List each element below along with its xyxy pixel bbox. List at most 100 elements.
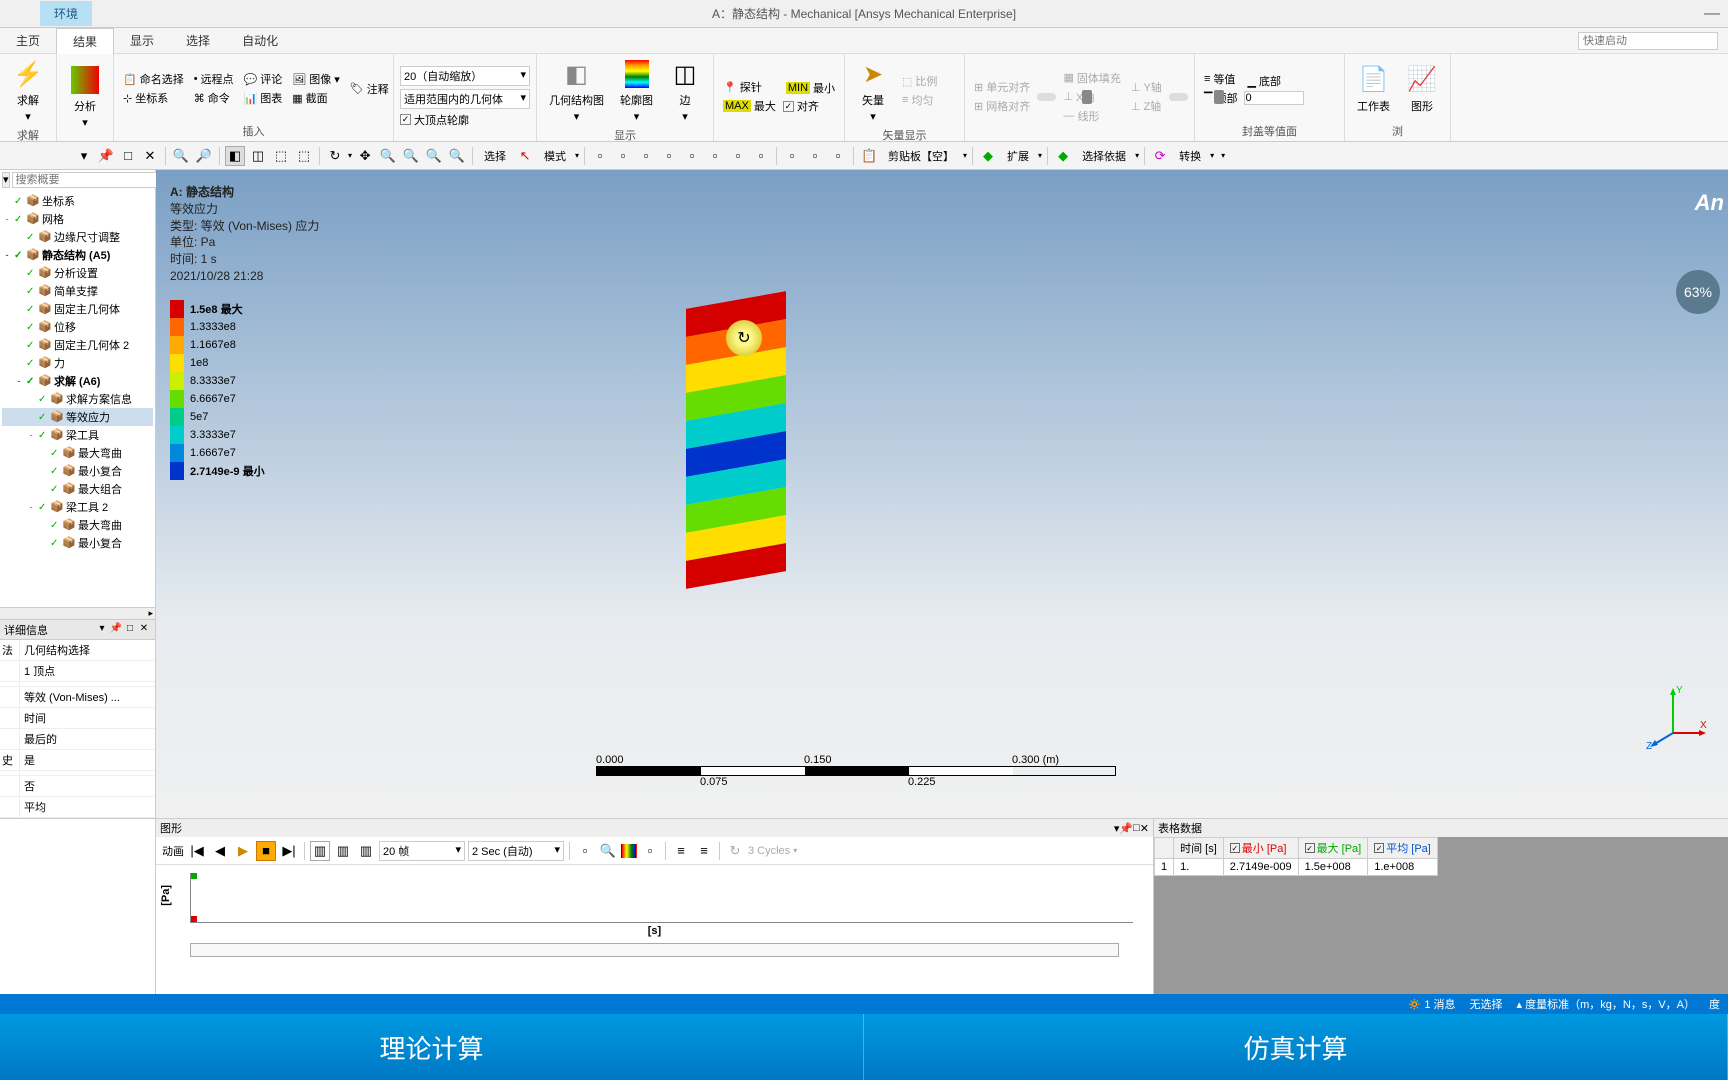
tree-item[interactable]: ✓📦边缘尺寸调整 [2, 228, 153, 246]
details-dropdown-icon[interactable]: ▾ [95, 623, 109, 637]
bottom-button[interactable]: ▁底部 [1244, 72, 1304, 90]
f2-icon[interactable]: ▫ [613, 146, 633, 166]
edge-button[interactable]: ◫边▾ [663, 56, 707, 125]
duration-combo[interactable]: 2 Sec (自动)▾ [468, 841, 564, 861]
zoom4-icon[interactable]: 🔍 [447, 146, 467, 166]
graph-dock-icon[interactable]: □ [1133, 822, 1140, 834]
g7-icon[interactable]: ↻ [725, 841, 745, 861]
clipboard-icon[interactable]: 📋 [859, 146, 879, 166]
probe-button[interactable]: 📍探针 [720, 78, 779, 96]
tree-item[interactable]: -✓📦静态结构 (A5) [2, 246, 153, 264]
details-row[interactable]: 1 顶点 [0, 661, 155, 682]
graph-pin-icon[interactable]: 📌 [1119, 822, 1133, 835]
command-button[interactable]: ⌘命令 [191, 89, 237, 107]
last-frame-icon[interactable]: ▶| [279, 841, 299, 861]
f9-icon[interactable]: ▫ [782, 146, 802, 166]
outline-tree[interactable]: ✓📦坐标系-✓📦网格✓📦边缘尺寸调整-✓📦静态结构 (A5)✓📦分析设置✓📦简单… [0, 190, 155, 607]
graph-body[interactable]: [Pa] [s] [156, 865, 1153, 994]
menu-select[interactable]: 选择 [170, 28, 226, 53]
tree-item[interactable]: -✓📦梁工具 2 [2, 498, 153, 516]
tree-item[interactable]: -✓📦网格 [2, 210, 153, 228]
mode2-icon[interactable]: ▥ [333, 841, 353, 861]
filter-button[interactable]: ▾ [2, 172, 10, 188]
g1-icon[interactable]: ▫ [575, 841, 595, 861]
f11-icon[interactable]: ▫ [828, 146, 848, 166]
first-frame-icon[interactable]: |◀ [187, 841, 207, 861]
tree-item[interactable]: ✓📦最大弯曲 [2, 444, 153, 462]
search-input[interactable] [12, 172, 162, 188]
scale-combo[interactable]: 20（自动缩放）▾ [400, 66, 530, 86]
g6-icon[interactable]: ≡ [694, 841, 714, 861]
details-row[interactable]: 时间 [0, 708, 155, 729]
selectby-icon[interactable]: ◆ [1053, 146, 1073, 166]
tree-item[interactable]: ✓📦分析设置 [2, 264, 153, 282]
col-avg[interactable]: ✓平均 [Pa] [1368, 838, 1438, 859]
contour-legend[interactable]: 1.5e8 最大1.3333e81.1667e81e88.3333e76.666… [170, 300, 265, 480]
mode-label[interactable]: 模式 [538, 146, 572, 166]
extend-label[interactable]: 扩展 [1001, 146, 1035, 166]
details-dock-icon[interactable]: □ [123, 623, 137, 637]
details-row[interactable]: 平均 [0, 797, 155, 818]
convert-label[interactable]: 转换 [1173, 146, 1207, 166]
sel-box-icon[interactable]: ⬚ [294, 146, 314, 166]
details-pin-icon[interactable]: 📌 [109, 623, 123, 637]
mode1-icon[interactable]: ▥ [310, 841, 330, 861]
tree-item[interactable]: ✓📦位移 [2, 318, 153, 336]
remote-point-button[interactable]: •远程点 [191, 70, 237, 88]
tree-item[interactable]: -✓📦求解 (A6) [2, 372, 153, 390]
extend-icon[interactable]: ◆ [978, 146, 998, 166]
worksheet-button[interactable]: 📄工作表 [1351, 62, 1396, 116]
prev-frame-icon[interactable]: ◀ [210, 841, 230, 861]
iso-value-button[interactable]: ≡等值 [1201, 70, 1240, 88]
scope-combo[interactable]: 适用范围内的几何体▾ [400, 89, 530, 109]
stop-icon[interactable]: ■ [256, 841, 276, 861]
g2-icon[interactable]: 🔍 [598, 841, 618, 861]
iso-value-input[interactable] [1244, 91, 1304, 105]
close-icon[interactable]: ✕ [140, 146, 160, 166]
details-row[interactable]: 最后的 [0, 729, 155, 750]
pan-icon[interactable]: ✥ [355, 146, 375, 166]
coord-sys-button[interactable]: ⊹坐标系 [120, 89, 187, 107]
annotation-button[interactable]: 🏷注释 [347, 80, 392, 98]
f8-icon[interactable]: ▫ [751, 146, 771, 166]
col-time[interactable]: 时间 [s] [1174, 838, 1224, 859]
table-row[interactable]: 1 1. 2.7149e-009 1.5e+008 1.e+008 [1155, 859, 1438, 876]
tree-item[interactable]: -✓📦梁工具 [2, 426, 153, 444]
details-close-icon[interactable]: ✕ [137, 623, 151, 637]
g4-icon[interactable]: ▫ [640, 841, 660, 861]
min-button[interactable]: MIN最小 [783, 79, 838, 97]
vertex-outline-check[interactable]: ✓大顶点轮廓 [400, 112, 530, 128]
time-track[interactable] [190, 943, 1119, 957]
geometry-button[interactable]: ◧几何结构图▾ [543, 56, 610, 125]
zoom-out-icon[interactable]: 🔎 [194, 146, 214, 166]
solve-button[interactable]: ⚡ 求解 ▾ [6, 56, 50, 125]
dock-icon[interactable]: □ [118, 146, 138, 166]
context-tab-environment[interactable]: 环境 [40, 1, 92, 26]
quick-launch-input[interactable] [1578, 32, 1718, 50]
tree-item[interactable]: ✓📦最大弯曲 [2, 516, 153, 534]
pin-icon[interactable]: ▾ [74, 146, 94, 166]
f4-icon[interactable]: ▫ [659, 146, 679, 166]
convert-icon[interactable]: ⟳ [1150, 146, 1170, 166]
tree-item[interactable]: ✓📦力 [2, 354, 153, 372]
zoom1-icon[interactable]: 🔍 [378, 146, 398, 166]
tree-item[interactable]: ✓📦等效应力 [2, 408, 153, 426]
col-idx[interactable] [1155, 838, 1174, 859]
analyze-button[interactable]: 分析 ▾ [63, 62, 107, 131]
comment-button[interactable]: 💬评论 [241, 70, 286, 88]
shade-icon[interactable]: ◧ [225, 146, 245, 166]
wire-icon[interactable]: ◫ [248, 146, 268, 166]
messages-status[interactable]: 🔅 1 消息 [1408, 996, 1456, 1012]
tree-item[interactable]: ✓📦最小复合 [2, 462, 153, 480]
orientation-triad[interactable]: Y X Z [1638, 683, 1708, 758]
tree-item[interactable]: ✓📦最小复合 [2, 534, 153, 552]
f3-icon[interactable]: ▫ [636, 146, 656, 166]
f5-icon[interactable]: ▫ [682, 146, 702, 166]
graph-close-icon[interactable]: ✕ [1140, 822, 1149, 835]
max-button[interactable]: MAX最大 [720, 97, 779, 115]
zoom3-icon[interactable]: 🔍 [424, 146, 444, 166]
tree-item[interactable]: ✓📦固定主几何体 2 [2, 336, 153, 354]
details-row[interactable]: 史是 [0, 750, 155, 771]
align-check[interactable]: ✓对齐 [783, 98, 838, 114]
f1-icon[interactable]: ▫ [590, 146, 610, 166]
